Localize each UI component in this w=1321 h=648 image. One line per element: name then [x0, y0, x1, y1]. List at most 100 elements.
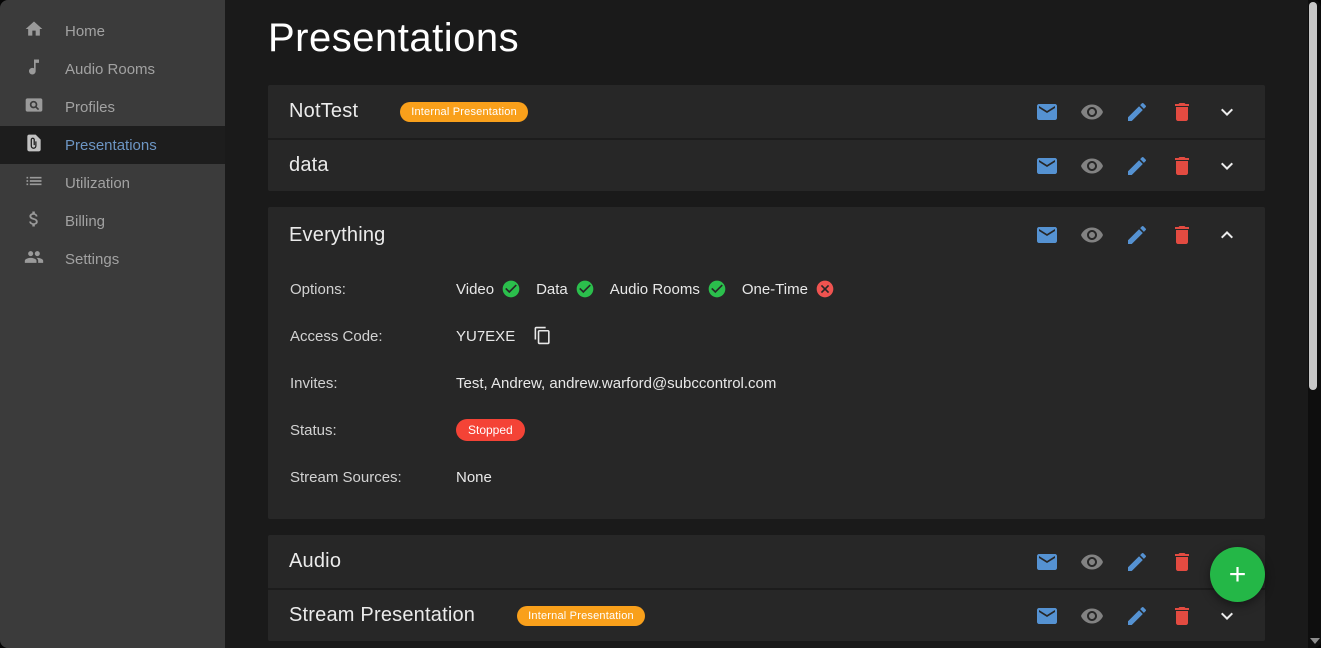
dollar-icon — [24, 209, 44, 233]
presentation-row-everything[interactable]: Everything — [268, 207, 1265, 263]
sidebar-item-settings[interactable]: Settings — [0, 240, 225, 278]
sidebar-item-profiles[interactable]: Profiles — [0, 88, 225, 126]
delete-button[interactable] — [1170, 223, 1194, 247]
app-window: Home Audio Rooms Profiles Presentations … — [0, 0, 1321, 648]
email-button[interactable] — [1035, 604, 1059, 628]
sidebar-item-presentations[interactable]: Presentations — [0, 126, 225, 164]
main-content: Presentations NotTest Internal Presentat… — [225, 0, 1321, 648]
page-title: Presentations — [268, 14, 1321, 62]
edit-button[interactable] — [1125, 604, 1149, 628]
panel-group: NotTest Internal Presentation data — [268, 85, 1265, 191]
internal-presentation-badge: Internal Presentation — [400, 102, 528, 122]
invites-value: Test, Andrew, andrew.warford@subccontrol… — [456, 375, 776, 392]
status-label: Status: — [290, 422, 456, 439]
detail-stream-sources: Stream Sources: None — [290, 465, 1265, 489]
sidebar-item-audio-rooms[interactable]: Audio Rooms — [0, 50, 225, 88]
home-icon — [24, 19, 44, 43]
presentation-name: data — [289, 154, 329, 177]
sidebar-item-label: Billing — [65, 213, 105, 230]
options-value: Video Data Audio Rooms — [456, 279, 850, 299]
check-circle-icon — [575, 279, 595, 299]
status-badge: Stopped — [456, 419, 525, 441]
stream-sources-label: Stream Sources: — [290, 469, 456, 486]
copy-icon[interactable] — [532, 326, 552, 346]
sidebar-item-label: Utilization — [65, 175, 130, 192]
presentation-row-stream-presentation[interactable]: Stream Presentation Internal Presentatio… — [268, 588, 1265, 641]
sidebar-item-label: Profiles — [65, 99, 115, 116]
email-button[interactable] — [1035, 223, 1059, 247]
edit-button[interactable] — [1125, 223, 1149, 247]
stream-sources-value: None — [456, 469, 492, 486]
row-actions — [1035, 223, 1239, 247]
edit-button[interactable] — [1125, 550, 1149, 574]
chevron-down-icon[interactable] — [1215, 100, 1239, 124]
option-data: Data — [536, 279, 595, 299]
email-button[interactable] — [1035, 550, 1059, 574]
presentation-details: Options: Video Data Audio Room — [268, 263, 1265, 489]
edit-button[interactable] — [1125, 100, 1149, 124]
invites-label: Invites: — [290, 375, 456, 392]
music-note-icon — [24, 57, 44, 81]
delete-button[interactable] — [1170, 154, 1194, 178]
email-button[interactable] — [1035, 154, 1059, 178]
delete-button[interactable] — [1170, 604, 1194, 628]
file-paperclip-icon — [24, 133, 44, 157]
eye-button[interactable] — [1080, 604, 1104, 628]
row-actions — [1035, 100, 1239, 124]
edit-button[interactable] — [1125, 154, 1149, 178]
sidebar-item-home[interactable]: Home — [0, 12, 225, 50]
sidebar-item-label: Home — [65, 23, 105, 40]
scrollbar-thumb[interactable] — [1309, 2, 1317, 390]
people-icon — [24, 247, 44, 271]
access-code-label: Access Code: — [290, 328, 456, 345]
option-one-time: One-Time — [742, 279, 835, 299]
panel-group: Audio Stream Presentation Internal Prese… — [268, 535, 1265, 641]
options-label: Options: — [290, 281, 456, 298]
presentation-name: Stream Presentation — [289, 604, 475, 627]
sidebar-item-label: Presentations — [65, 137, 157, 154]
access-code-value: YU7EXE — [456, 328, 515, 345]
search-page-icon — [24, 95, 44, 119]
option-audio-rooms: Audio Rooms — [610, 279, 727, 299]
detail-access-code: Access Code: YU7EXE — [290, 324, 1265, 348]
sidebar-item-label: Audio Rooms — [65, 61, 155, 78]
email-button[interactable] — [1035, 100, 1059, 124]
panel-everything-expanded: Everything Options: Video — [268, 207, 1265, 519]
scroll-down-arrow-icon[interactable] — [1310, 638, 1320, 644]
sidebar: Home Audio Rooms Profiles Presentations … — [0, 0, 225, 648]
eye-button[interactable] — [1080, 100, 1104, 124]
presentation-name: NotTest — [289, 100, 358, 123]
option-video: Video — [456, 279, 521, 299]
chevron-up-icon[interactable] — [1215, 223, 1239, 247]
detail-status: Status: Stopped — [290, 418, 1265, 442]
sidebar-item-billing[interactable]: Billing — [0, 202, 225, 240]
detail-options: Options: Video Data Audio Room — [290, 277, 1265, 301]
eye-button[interactable] — [1080, 154, 1104, 178]
row-actions — [1035, 604, 1239, 628]
presentation-name: Everything — [289, 224, 386, 247]
presentation-row-audio[interactable]: Audio — [268, 535, 1265, 588]
sidebar-item-label: Settings — [65, 251, 119, 268]
eye-button[interactable] — [1080, 223, 1104, 247]
scrollbar-track[interactable] — [1308, 0, 1321, 648]
row-actions — [1035, 550, 1239, 574]
presentation-list: NotTest Internal Presentation data — [268, 85, 1265, 641]
presentation-row-data[interactable]: data — [268, 138, 1265, 191]
presentation-row-nottest[interactable]: NotTest Internal Presentation — [268, 85, 1265, 138]
chevron-down-icon[interactable] — [1215, 604, 1239, 628]
add-presentation-button[interactable]: + — [1210, 547, 1265, 602]
plus-icon: + — [1229, 560, 1247, 590]
chevron-down-icon[interactable] — [1215, 154, 1239, 178]
detail-invites: Invites: Test, Andrew, andrew.warford@su… — [290, 371, 1265, 395]
check-circle-icon — [707, 279, 727, 299]
presentation-name: Audio — [289, 550, 341, 573]
delete-button[interactable] — [1170, 550, 1194, 574]
sidebar-item-utilization[interactable]: Utilization — [0, 164, 225, 202]
row-actions — [1035, 154, 1239, 178]
check-circle-icon — [501, 279, 521, 299]
eye-button[interactable] — [1080, 550, 1104, 574]
cancel-circle-icon — [815, 279, 835, 299]
internal-presentation-badge: Internal Presentation — [517, 606, 645, 626]
delete-button[interactable] — [1170, 100, 1194, 124]
list-icon — [24, 171, 44, 195]
